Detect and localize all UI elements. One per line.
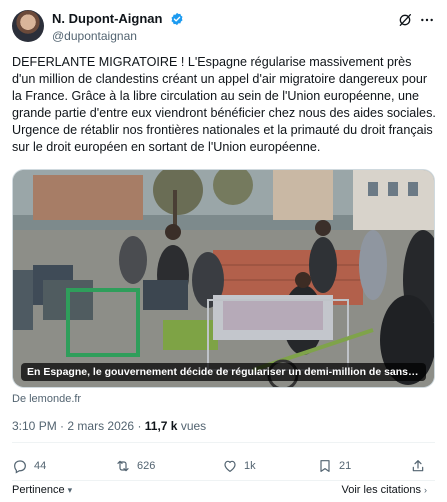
meta-separator: ·	[137, 419, 142, 433]
like-button[interactable]: 1k	[222, 456, 256, 476]
bookmark-count: 21	[339, 460, 352, 472]
share-button[interactable]	[410, 456, 432, 476]
divider	[12, 442, 435, 443]
author-handle[interactable]: @dupontaignan	[52, 28, 184, 44]
chevron-down-icon: ▾	[67, 485, 73, 495]
reply-icon	[14, 460, 26, 474]
reply-count: 44	[34, 460, 47, 472]
repost-count: 626	[137, 460, 156, 472]
link-source[interactable]: De lemonde.fr	[12, 393, 81, 405]
views-count: 11,7 k	[144, 419, 178, 433]
bookmark-icon	[320, 460, 330, 472]
link-card-media[interactable]: En Espagne, le gouvernement décide de ré…	[12, 169, 435, 388]
sort-relevance-dropdown[interactable]: Pertinence ▾	[12, 484, 72, 496]
more-options-icon[interactable]	[419, 12, 435, 28]
view-quotes-label: Voir les citations	[341, 484, 421, 496]
meta-separator: ·	[60, 419, 65, 433]
replies-footer: Pertinence ▾ Voir les citations ›	[12, 482, 435, 500]
views-label: vues	[180, 419, 207, 433]
verified-badge-icon	[171, 12, 183, 25]
tweet-text: DEFERLANTE MIGRATOIRE ! L'Espagne régula…	[12, 55, 436, 154]
tweet-header: N. Dupont-Aignan @dupontaignan	[12, 8, 435, 48]
author-names: N. Dupont-Aignan @dupontaignan	[52, 10, 184, 44]
link-card-caption[interactable]: En Espagne, le gouvernement décide de ré…	[21, 363, 426, 381]
share-icon	[412, 460, 424, 472]
chevron-right-icon: ›	[424, 485, 427, 495]
heart-icon	[224, 460, 236, 472]
bookmark-button[interactable]: 21	[317, 456, 351, 476]
repost-button[interactable]: 626	[115, 456, 155, 476]
avatar[interactable]	[12, 10, 44, 42]
tweet-meta: 3:10 PM · 2 mars 2026 · 11,7 k vues	[12, 419, 206, 433]
tweet-date[interactable]: 2 mars 2026	[67, 419, 134, 433]
reply-button[interactable]: 44	[12, 456, 46, 476]
repost-icon	[117, 460, 129, 472]
grok-icon[interactable]	[397, 12, 413, 28]
tweet-time[interactable]: 3:10 PM	[12, 419, 57, 433]
like-count: 1k	[244, 460, 256, 472]
sort-label: Pertinence	[12, 484, 65, 496]
view-quotes-link[interactable]: Voir les citations ›	[342, 484, 427, 496]
author-display-name[interactable]: N. Dupont-Aignan	[52, 11, 162, 27]
divider	[12, 480, 435, 481]
action-bar: 44 626 1k 21	[12, 452, 435, 480]
news-photo	[13, 170, 434, 387]
